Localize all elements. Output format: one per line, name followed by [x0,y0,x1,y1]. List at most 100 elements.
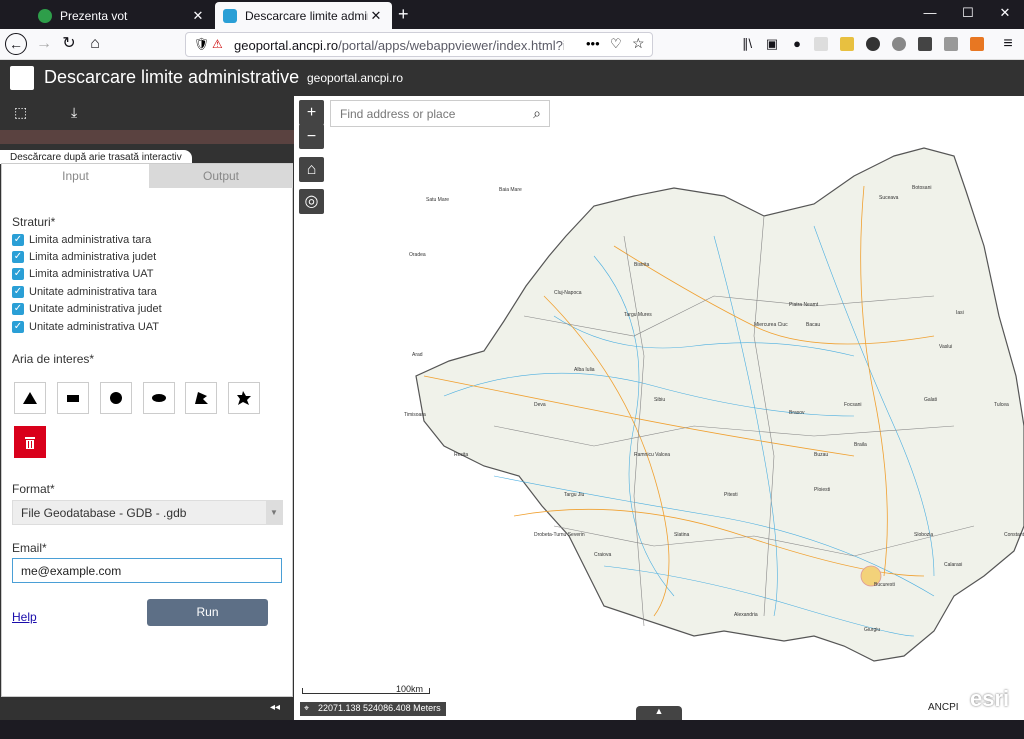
extension-icon[interactable] [814,37,828,51]
city-label: Piatra Neamt [789,302,819,308]
circle-icon [110,392,122,404]
checkmark-icon[interactable]: ✓ [12,285,24,298]
app-title: Descarcare limite administrative [44,67,300,87]
layer-checkbox[interactable]: ✓ Limita administrativa tara [12,232,151,247]
city-label: Giurgiu [864,627,880,633]
tab-input[interactable]: Input [2,164,149,188]
collapse-panel-icon[interactable]: ◂◂ [270,702,280,713]
format-value: File Geodatabase - GDB - .gdb [21,506,187,520]
clear-drawing-button[interactable] [14,426,46,458]
maximize-button[interactable]: ☐ [948,5,988,21]
tab-descarcare[interactable]: Descarcare limite administrative ✕ [215,2,392,29]
city-label: Satu Mare [426,197,449,203]
format-select[interactable]: File Geodatabase - GDB - .gdb ▼ [12,500,283,525]
draw-triangle-button[interactable] [14,382,46,414]
home-extent-button[interactable]: ⌂ [299,157,324,182]
run-button[interactable]: Run [147,599,268,626]
extension-icon[interactable] [866,37,880,51]
tab-output[interactable]: Output [149,164,293,188]
bottom-bar [0,720,294,739]
pocket-icon[interactable]: ♡ [610,36,622,52]
search-input[interactable]: Find address or place ⌕ [330,100,550,127]
extension-icon[interactable] [918,37,932,51]
app-header: Descarcare limite administrative geoport… [0,60,1024,96]
checkmark-icon[interactable]: ✓ [12,267,24,280]
download-tool-icon[interactable]: ⤓ [71,104,77,121]
checkmark-icon[interactable]: ✓ [12,250,24,263]
city-label: Alexandria [734,612,758,618]
email-field[interactable]: me@example.com [12,558,282,583]
more-actions-icon[interactable]: ••• [586,36,600,51]
city-label: Tulcea [994,402,1009,408]
reload-icon[interactable]: ↻ [57,33,81,55]
browser-nav-bar: ← → ↻ ⌂ 🛡 ⚠ geoportal.ancpi.ro/portal/ap… [0,29,1024,60]
new-tab-button[interactable]: + [398,4,409,25]
forward-arrow-icon[interactable]: → [32,33,56,55]
ellipse-icon [152,394,166,402]
extension-icon[interactable] [892,37,906,51]
draw-circle-button[interactable] [100,382,132,414]
checkmark-icon[interactable]: ✓ [12,320,24,333]
shield-icon[interactable]: 🛡 [194,37,209,51]
format-heading: Format* [12,482,55,496]
city-label: Buzau [814,452,828,458]
area-heading: Aria de interes* [12,352,95,366]
bookmark-star-icon[interactable]: ☆ [632,35,645,52]
layer-label: Limita administrativa tara [29,233,152,246]
search-icon[interactable]: ⌕ [533,105,541,122]
extension-icon[interactable] [970,37,984,51]
account-icon[interactable]: ● [785,33,809,55]
layer-checkbox[interactable]: ✓ Limita administrativa judet [12,249,156,264]
city-label: Targu Jiu [564,492,585,498]
checkmark-icon[interactable]: ✓ [12,233,24,246]
widget-toolbar: ⬚ ⤓ [0,96,294,130]
layer-checkbox[interactable]: ✓ Limita administrativa UAT [12,266,154,281]
sidebar-icon[interactable]: ▣ [760,33,784,55]
city-label: Sibiu [654,397,665,403]
panel-tabs: Input Output [2,164,293,188]
home-icon: ⌂ [306,161,317,178]
menu-icon[interactable]: ≡ [996,33,1020,55]
insecure-lock-icon[interactable]: ⚠ [212,37,223,51]
tab-favicon-icon [223,8,237,23]
map-bottom-bar [294,720,1024,739]
layer-label: Limita administrativa UAT [29,267,154,280]
back-arrow-icon[interactable]: ← [5,33,27,55]
zoom-in-button[interactable]: + [299,100,324,125]
map-view[interactable]: Satu Mare Baia Mare Suceava Botosani Oradea C… [294,96,1024,720]
crosshair-icon[interactable]: ⌖ [304,703,309,714]
draw-freehand-button[interactable] [228,382,260,414]
extension-icon[interactable] [840,37,854,51]
layer-checkbox[interactable]: ✓ Unitate administrativa judet [12,301,162,316]
home-icon[interactable]: ⌂ [83,33,107,55]
email-heading: Email* [12,541,47,555]
help-link[interactable]: Help [12,610,37,624]
scale-label: 100km [396,684,424,694]
attribution-toggle[interactable]: ▲ [636,706,682,720]
tab-close-icon[interactable]: ✕ [190,8,206,24]
library-icon[interactable]: ∥\ [735,33,759,55]
city-label: Constanta [1004,532,1024,538]
address-bar[interactable]: 🛡 ⚠ geoportal.ancpi.ro/portal/apps/webap… [185,32,653,57]
tab-close-icon[interactable]: ✕ [368,8,384,24]
app-subtitle[interactable]: geoportal.ancpi.ro [307,71,403,85]
draw-polygon-button[interactable] [185,382,217,414]
chevron-down-icon[interactable]: ▼ [266,501,282,524]
window-close-button[interactable]: ✕ [985,5,1024,21]
zoom-out-button[interactable]: − [299,124,324,149]
city-label: Ramnicu Valcea [634,452,670,458]
select-tool-icon[interactable]: ⬚ [14,104,27,121]
city-label: Oradea [409,252,426,258]
draw-rectangle-button[interactable] [57,382,89,414]
city-label: Baia Mare [499,187,522,193]
city-label: Brasov [789,410,805,416]
locate-button[interactable]: ◎ [299,189,324,214]
layer-checkbox[interactable]: ✓ Unitate administrativa tara [12,284,157,299]
checkmark-icon[interactable]: ✓ [12,302,24,315]
layer-checkbox[interactable]: ✓ Unitate administrativa UAT [12,319,159,334]
minimize-button[interactable]: — [910,5,950,20]
layer-label: Unitate administrativa UAT [29,320,160,333]
tab-prezenta-vot[interactable]: Prezenta vot ✕ [30,2,214,29]
draw-ellipse-button[interactable] [143,382,175,414]
extension-icon[interactable] [944,37,958,51]
